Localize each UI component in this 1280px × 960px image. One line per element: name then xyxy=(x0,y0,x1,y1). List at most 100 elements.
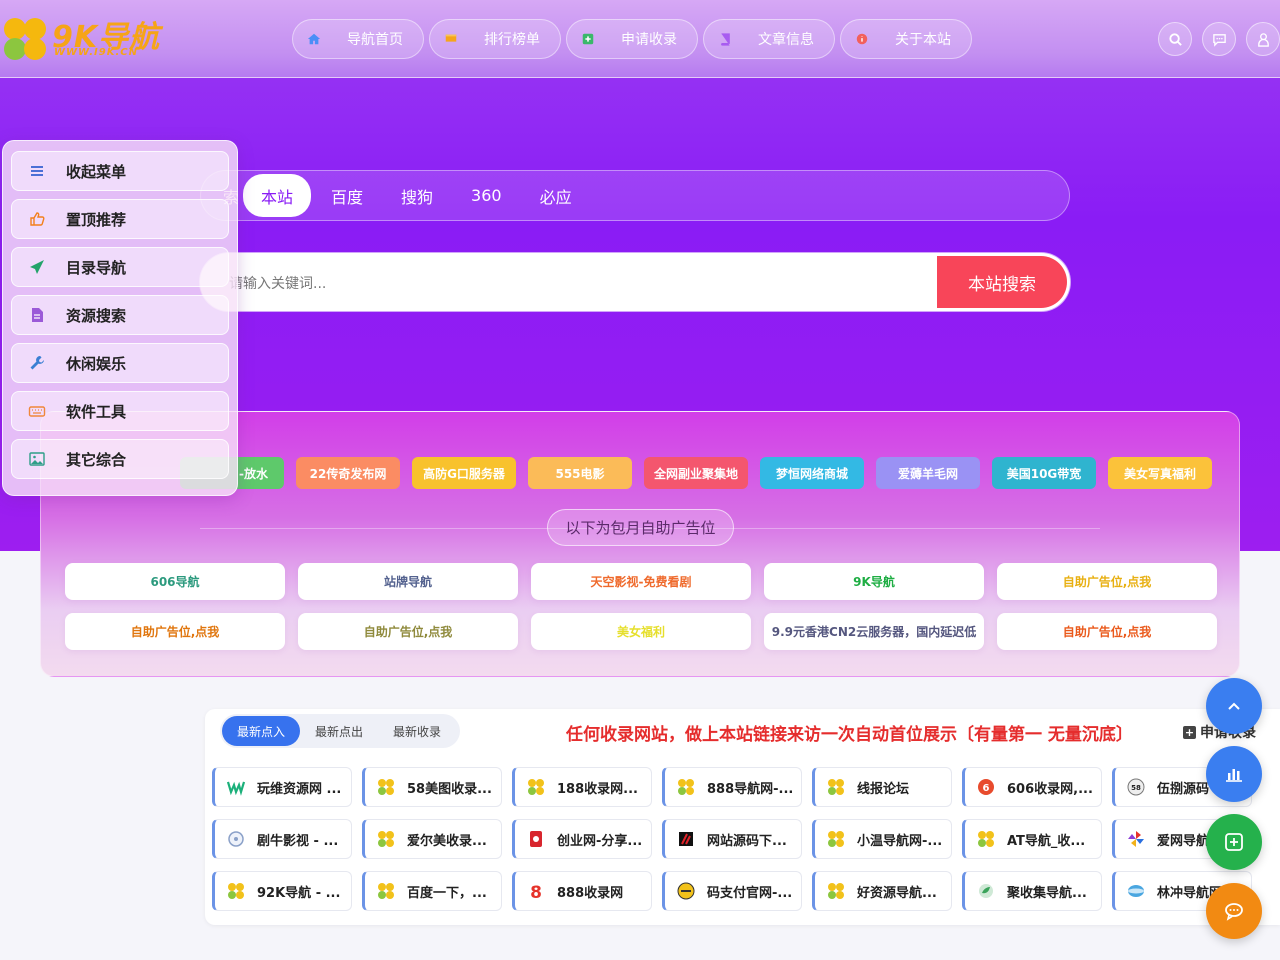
document-icon xyxy=(32,308,43,322)
site-card[interactable]: 线报论坛 xyxy=(812,767,952,807)
site-name: 爱尔美收录... xyxy=(407,833,487,849)
chat-button[interactable] xyxy=(1206,883,1262,939)
search-tab[interactable]: 必应 xyxy=(540,184,572,208)
nav-label: 申请收录 xyxy=(621,32,677,48)
black-red-logo-icon xyxy=(679,832,693,846)
home-icon xyxy=(307,33,321,45)
nav-apply[interactable]: 申请收录 xyxy=(566,19,698,59)
ad-chip[interactable]: 22传奇发布网 xyxy=(296,457,400,489)
site-card-grid: 玩维资源网 ... 58美图收录... 188收录网... 888导航网-...… xyxy=(212,767,1252,911)
sidebar-item-label: 其它综合 xyxy=(66,450,127,469)
site-card[interactable]: 聚收集导航... xyxy=(962,871,1102,911)
ad-slot[interactable]: 美女福利 xyxy=(531,613,751,650)
site-card[interactable]: AT导航_收... xyxy=(962,819,1102,859)
ad-chip-row: -放水 22传奇发布网 高防G口服务器 555电影 全网副业聚集地 梦恒网络商城… xyxy=(180,457,1212,489)
site-card[interactable]: 6 606收录网,... xyxy=(962,767,1102,807)
ad-slot[interactable]: 9K导航 xyxy=(764,563,984,600)
sidebar-item-software[interactable]: 软件工具 xyxy=(11,391,229,431)
sidebar-item-entertainment[interactable]: 休闲娱乐 xyxy=(11,343,229,383)
site-card[interactable]: 58美图收录... xyxy=(362,767,502,807)
chevron-up-icon xyxy=(1228,702,1240,710)
search-engine-tabs: 索 本站 百度 搜狗 360 必应 xyxy=(200,170,1070,221)
promo-notice: 任何收录网站，做上本站链接来访一次自动首位展示〔有量第一 无量沉底〕 xyxy=(566,725,1133,745)
stats-button[interactable] xyxy=(1206,746,1262,802)
sidebar-item-label: 收起菜单 xyxy=(66,162,127,181)
site-name: 188收录网... xyxy=(557,781,638,797)
message-button[interactable] xyxy=(1202,22,1236,56)
site-card[interactable]: 玩维资源网 ... xyxy=(212,767,352,807)
site-name: 线报论坛 xyxy=(857,781,910,797)
site-card[interactable]: 百度一下，... xyxy=(362,871,502,911)
tab-latest-out[interactable]: 最新点出 xyxy=(300,716,378,746)
site-name: 聚收集导航... xyxy=(1007,885,1087,901)
svg-text:8: 8 xyxy=(530,883,542,900)
ad-chip[interactable]: 555电影 xyxy=(528,457,632,489)
search-input[interactable]: 请输入关键词... xyxy=(229,273,326,293)
ad-slot[interactable]: 自助广告位,点我 xyxy=(997,563,1217,600)
latest-tabs: 最新点入 最新点出 最新收录 xyxy=(220,714,460,748)
site-card[interactable]: 创业网-分享... xyxy=(512,819,652,859)
site-logo[interactable]: 9K导航 WWW.I9K.CN xyxy=(2,14,162,64)
site-card[interactable]: 剧牛影视 - ... xyxy=(212,819,352,859)
site-card[interactable]: 92K导航 - ... xyxy=(212,871,352,911)
site-name: 888导航网-... xyxy=(707,781,794,797)
green-logo-icon xyxy=(979,884,993,898)
site-name: 码支付官网-... xyxy=(707,885,793,901)
search-submit-button[interactable]: 本站搜索 xyxy=(937,256,1067,308)
sidebar-item-directory[interactable]: 目录导航 xyxy=(11,247,229,287)
tab-latest-in[interactable]: 最新点入 xyxy=(222,716,300,746)
ad-slot[interactable]: 606导航 xyxy=(65,563,285,600)
clover-icon xyxy=(827,830,845,848)
site-card[interactable]: 好资源导航... xyxy=(812,871,952,911)
search-tab[interactable]: 搜狗 xyxy=(401,184,433,208)
search-tab[interactable]: 百度 xyxy=(331,184,363,208)
sidebar-item-collapse[interactable]: 收起菜单 xyxy=(11,151,229,191)
nav-home[interactable]: 导航首页 xyxy=(292,19,424,59)
user-button[interactable] xyxy=(1246,22,1280,56)
image-icon xyxy=(29,452,45,466)
plus-square-icon: + xyxy=(1183,725,1196,739)
ad-slot[interactable]: 9.9元香港CN2云服务器，国内延迟低 xyxy=(764,613,984,650)
site-card[interactable]: 8 888收录网 xyxy=(512,871,652,911)
nav-ranking[interactable]: 排行榜单 xyxy=(429,19,561,59)
ad-chip[interactable]: 美国10G带宽 xyxy=(992,457,1096,489)
add-site-button[interactable] xyxy=(1206,814,1262,870)
site-card[interactable]: 小温导航网-... xyxy=(812,819,952,859)
clover-icon xyxy=(827,778,845,796)
sidebar-item-resources[interactable]: 资源搜索 xyxy=(11,295,229,335)
flag-icon xyxy=(445,34,457,42)
ad-slot[interactable]: 自助广告位,点我 xyxy=(65,613,285,650)
plus-square-icon xyxy=(582,33,594,45)
ad-slot[interactable]: 自助广告位,点我 xyxy=(997,613,1217,650)
ad-chip[interactable]: 全网副业聚集地 xyxy=(644,457,748,489)
site-name: 92K导航 - ... xyxy=(257,885,341,901)
ad-slot[interactable]: 天空影视-免费看剧 xyxy=(531,563,751,600)
six-logo-icon: 6 xyxy=(978,779,994,795)
chat-bubble-icon xyxy=(1212,33,1226,47)
nav-about[interactable]: 关于本站 xyxy=(840,19,972,59)
site-card[interactable]: 888导航网-... xyxy=(662,767,802,807)
ad-chip[interactable]: 爱薅羊毛网 xyxy=(876,457,980,489)
film-logo-icon xyxy=(228,831,244,847)
sidebar-item-recommended[interactable]: 置顶推荐 xyxy=(11,199,229,239)
main-nav: 导航首页 排行榜单 申请收录 文章信息 关于本站 xyxy=(292,19,972,59)
clover-icon xyxy=(227,882,245,900)
search-tab[interactable]: 360 xyxy=(471,186,502,205)
site-card[interactable]: 码支付官网-... xyxy=(662,871,802,911)
sidebar-item-other[interactable]: 其它综合 xyxy=(11,439,229,479)
ad-chip[interactable]: 高防G口服务器 xyxy=(412,457,516,489)
ad-chip[interactable]: 梦恒网络商城 xyxy=(760,457,864,489)
ad-section-title: 以下为包月自助广告位 xyxy=(547,509,734,546)
ad-chip[interactable]: 美女写真福利 xyxy=(1108,457,1212,489)
site-card[interactable]: 爱尔美收录... xyxy=(362,819,502,859)
nav-articles[interactable]: 文章信息 xyxy=(703,19,835,59)
tab-latest-added[interactable]: 最新收录 xyxy=(378,716,456,746)
ad-slot[interactable]: 自助广告位,点我 xyxy=(298,613,518,650)
search-icon xyxy=(1168,32,1182,46)
search-tab-active[interactable]: 本站 xyxy=(243,174,312,217)
site-card[interactable]: 188收录网... xyxy=(512,767,652,807)
site-card[interactable]: 网站源码下... xyxy=(662,819,802,859)
search-button[interactable] xyxy=(1158,22,1192,56)
back-to-top-button[interactable] xyxy=(1206,678,1262,734)
ad-slot[interactable]: 站牌导航 xyxy=(298,563,518,600)
